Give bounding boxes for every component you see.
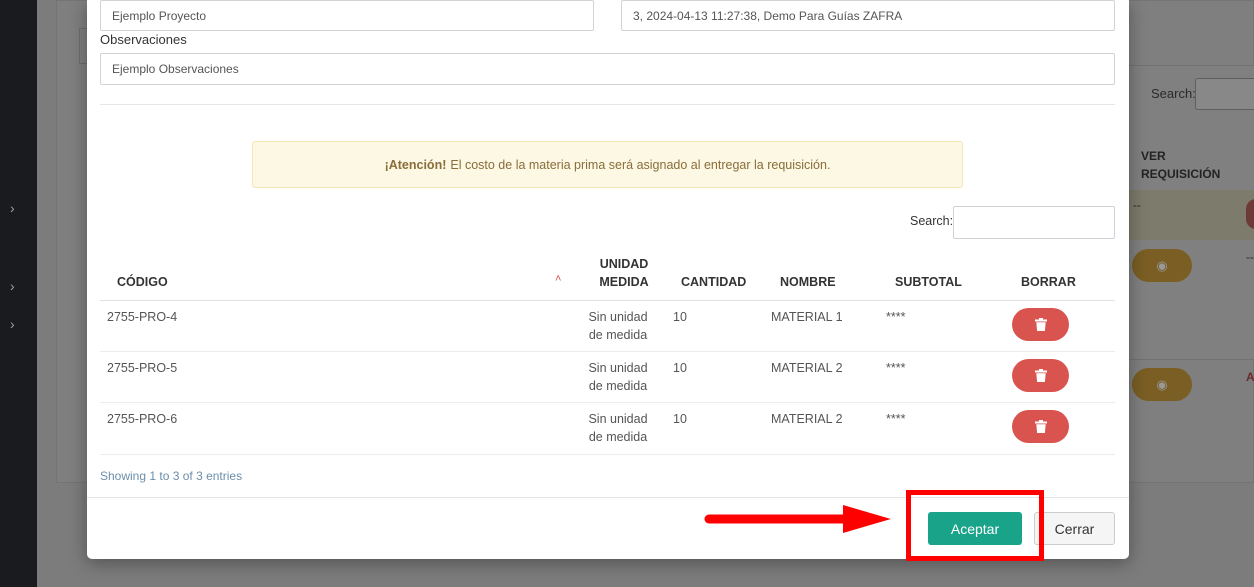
column-header-cantidad[interactable]: CANTIDAD <box>681 273 746 291</box>
chevron-right-icon[interactable]: › <box>10 279 15 293</box>
cell-nombre: MATERIAL 1 <box>771 310 843 324</box>
trash-icon <box>1034 318 1047 331</box>
cell-subtotal: **** <box>886 310 906 324</box>
requisition-modal: Ejemplo Proyecto 3, 2024-04-13 11:27:38,… <box>87 0 1129 559</box>
column-header-unidad[interactable]: UNIDAD MEDIDA <box>587 255 661 291</box>
background-column-header: VER REQUISICIÓN <box>1141 149 1221 181</box>
chevron-right-icon[interactable]: › <box>10 317 15 331</box>
search-label: Search: <box>910 214 954 228</box>
delete-button[interactable] <box>1012 359 1069 392</box>
background-row-divider <box>1128 359 1254 360</box>
requisicion-field[interactable]: 3, 2024-04-13 11:27:38, Demo Para Guías … <box>621 0 1115 31</box>
table-info: Showing 1 to 3 of 3 entries <box>100 469 243 483</box>
row-divider <box>100 402 1115 403</box>
cell-cantidad: 10 <box>673 361 687 375</box>
row-divider <box>100 351 1115 352</box>
cell-nombre: MATERIAL 2 <box>771 361 843 375</box>
column-header-subtotal[interactable]: SUBTOTAL <box>895 273 962 291</box>
eye-icon: ◉ <box>1132 249 1192 282</box>
search-input[interactable] <box>953 206 1115 239</box>
cell-codigo: 2755-PRO-6 <box>107 412 178 426</box>
cell-cantidad: 10 <box>673 310 687 324</box>
background-cell: A <box>1246 370 1254 384</box>
cell-unidad: Sin unidad de medida <box>588 310 648 342</box>
trash-icon <box>1034 420 1047 433</box>
cell-subtotal: **** <box>886 361 906 375</box>
cell-subtotal: **** <box>886 412 906 426</box>
close-button[interactable]: Cerrar <box>1034 512 1115 545</box>
proyecto-field[interactable]: Ejemplo Proyecto <box>100 0 594 31</box>
background-cell: -- <box>1246 250 1254 264</box>
observaciones-field[interactable]: Ejemplo Observaciones <box>100 53 1115 85</box>
eye-icon: ◉ <box>1132 368 1192 401</box>
cell-unidad: Sin unidad de medida <box>588 412 648 444</box>
table-header-divider <box>100 300 1115 301</box>
delete-button[interactable] <box>1012 410 1069 443</box>
background-delete-button <box>1246 199 1254 229</box>
delete-button[interactable] <box>1012 308 1069 341</box>
background-cell: -- <box>1133 198 1141 212</box>
cell-unidad: Sin unidad de medida <box>588 361 648 393</box>
background-search-label: Search: <box>1151 86 1196 101</box>
highlight-box <box>906 490 1044 561</box>
cell-nombre: MATERIAL 2 <box>771 412 843 426</box>
cell-codigo: 2755-PRO-4 <box>107 310 178 324</box>
cell-cantidad: 10 <box>673 412 687 426</box>
trash-icon <box>1034 369 1047 382</box>
left-nav: › › › <box>0 0 37 587</box>
divider <box>100 104 1115 105</box>
column-header-nombre[interactable]: NOMBRE <box>780 273 836 291</box>
column-header-borrar[interactable]: BORRAR <box>1021 273 1076 291</box>
alert-strong: ¡Atención! <box>384 157 447 172</box>
arrow-right-icon <box>704 505 891 533</box>
row-divider <box>100 454 1115 455</box>
background-row-highlight <box>1128 190 1254 240</box>
background-search-input <box>1195 78 1254 110</box>
warning-alert: ¡Atención! El costo de la materia prima … <box>252 141 963 188</box>
sort-asc-icon[interactable]: ˄ <box>555 273 561 285</box>
column-header-codigo[interactable]: CÓDIGO <box>117 273 168 291</box>
cell-codigo: 2755-PRO-5 <box>107 361 178 375</box>
observaciones-label: Observaciones <box>100 32 187 47</box>
chevron-right-icon[interactable]: › <box>10 201 15 215</box>
alert-text: El costo de la materia prima será asigna… <box>450 157 831 172</box>
